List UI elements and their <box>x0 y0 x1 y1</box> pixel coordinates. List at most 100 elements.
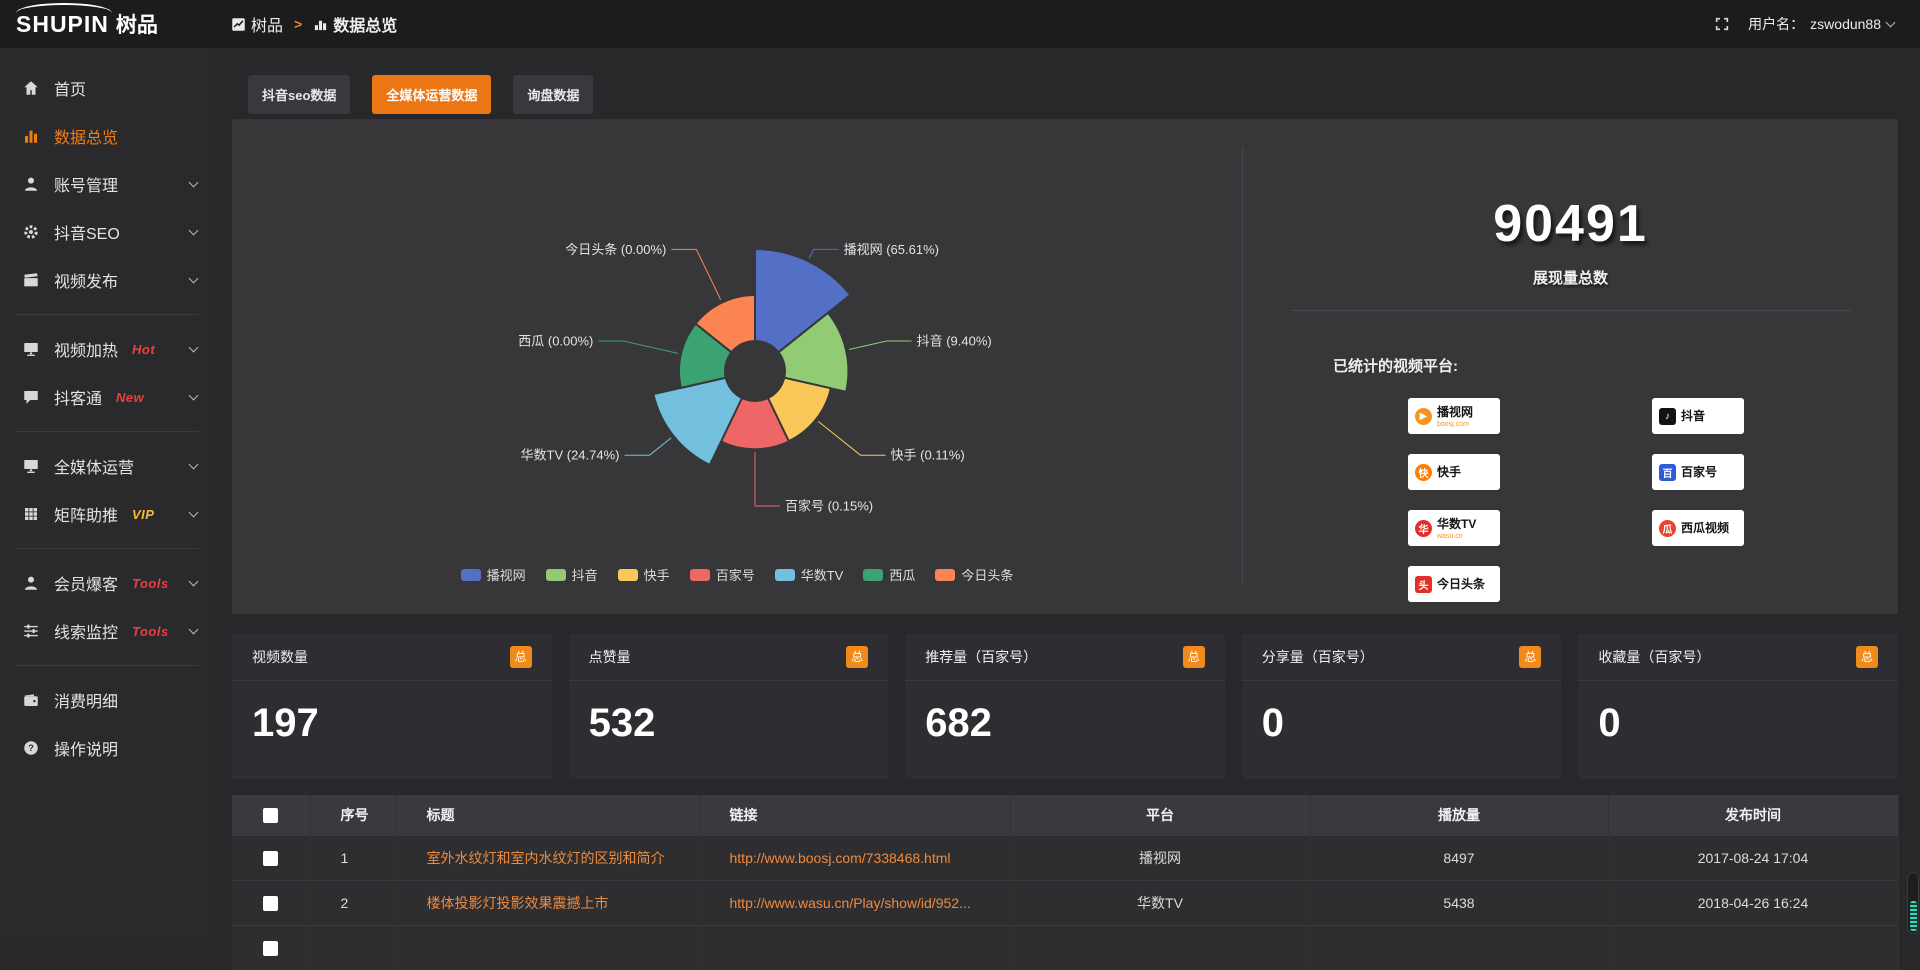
pie-label-line-2 <box>818 421 885 455</box>
svg-text:?: ? <box>28 743 34 753</box>
stat-cards-row: 视频数量总197点赞量总532推荐量（百家号）总682分享量（百家号）总0收藏量… <box>232 634 1898 779</box>
sidebar-item-member-baoke[interactable]: 会员爆客 Tools <box>0 559 215 607</box>
videos-table-wrap: 序号标题链接平台播放量发布时间1室外水纹灯和室内水纹灯的区别和简介http://… <box>232 795 1898 970</box>
sidebar-item-video-publish[interactable]: 视频发布 <box>0 256 215 304</box>
sidebar-item-tag: Tools <box>132 576 169 591</box>
chevron-down-icon <box>189 576 199 586</box>
sidebar-item-media-operation[interactable]: 全媒体运营 <box>0 442 215 490</box>
sidebar-item-video-heat[interactable]: 视频加热Hot <box>0 325 215 373</box>
total-badge: 总 <box>1183 646 1205 668</box>
cell-url-link[interactable]: http://www.boosj.com/7338468.html <box>699 835 1010 880</box>
chevron-down-icon <box>189 177 199 187</box>
stat-card-title: 分享量（百家号） <box>1262 647 1520 667</box>
sidebar-item-douketong[interactable]: 抖客通New <box>0 373 215 421</box>
legend-item-0[interactable]: 播视网 <box>461 565 526 584</box>
sidebar-item-data-overview[interactable]: 数据总览 <box>0 112 215 160</box>
scrollbar-thumb[interactable] <box>1910 901 1917 931</box>
legend-item-2[interactable]: 快手 <box>618 565 670 584</box>
badge-sub: wasu.cn <box>1437 533 1476 541</box>
sidebar-item-account-management[interactable]: 账号管理 <box>0 160 215 208</box>
stat-card-value: 0 <box>1242 681 1562 746</box>
sidebar-item-label: 全媒体运营 <box>54 454 134 478</box>
stat-card-value: 532 <box>569 681 889 746</box>
chart-legend: 播视网 抖音 快手 百家号 华数TV 西瓜 今日头条 <box>232 565 1242 584</box>
platform-badge-baijiahao: 百百家号 <box>1652 454 1744 490</box>
platform-badge-toutiao: 头今日头条 <box>1408 566 1500 602</box>
legend-swatch <box>775 569 795 581</box>
stat-card-header: 点赞量总 <box>569 634 889 681</box>
cell-title-link[interactable]: 楼体投影灯投影效果震撼上市 <box>396 880 699 925</box>
pie-label-5: 西瓜 (0.00%) <box>518 334 593 349</box>
pie-label-line-5 <box>598 341 678 353</box>
home-icon <box>22 79 40 97</box>
legend-swatch <box>690 569 710 581</box>
pie-label-line-3 <box>755 452 780 506</box>
legend-label: 华数TV <box>801 565 844 584</box>
breadcrumb: 树品 > 数据总览 <box>231 12 397 36</box>
sidebar-divider <box>16 665 199 666</box>
legend-item-5[interactable]: 西瓜 <box>863 565 915 584</box>
username-prefix: 用户名： <box>1748 14 1804 34</box>
overview-panel: 播视网 (65.61%)抖音 (9.40%)快手 (0.11%)百家号 (0.1… <box>232 119 1898 614</box>
legend-item-1[interactable]: 抖音 <box>546 565 598 584</box>
select-all-checkbox[interactable] <box>263 808 278 823</box>
badge-text: 播视网 boosj.com <box>1437 403 1473 429</box>
legend-item-3[interactable]: 百家号 <box>690 565 755 584</box>
row-checkbox[interactable] <box>263 941 278 956</box>
breadcrumb-root[interactable]: 树品 <box>231 12 283 36</box>
impressions-total: 90491 <box>1243 195 1898 253</box>
chevron-down-icon <box>189 342 199 352</box>
pie-label-line-4 <box>625 438 672 455</box>
sidebar-item-label: 会员爆客 <box>54 571 118 595</box>
legend-item-4[interactable]: 华数TV <box>775 565 844 584</box>
cell-no: 1 <box>310 835 396 880</box>
pie-label-6: 今日头条 (0.00%) <box>565 242 666 257</box>
scrollbar[interactable] <box>1907 872 1919 934</box>
table-header-row: 序号标题链接平台播放量发布时间 <box>232 795 1898 835</box>
legend-label: 快手 <box>644 565 670 584</box>
badge-name: 百家号 <box>1681 465 1717 479</box>
stat-card-value: 682 <box>905 681 1225 746</box>
stat-card-title: 点赞量 <box>589 647 847 667</box>
cell-url-link[interactable]: http://www.wasu.cn/Play/show/id/952... <box>699 880 1010 925</box>
sidebar-item-home[interactable]: 首页 <box>0 64 215 112</box>
sidebar-item-clue-monitor[interactable]: 线索监控Tools <box>0 607 215 655</box>
badge-sub: boosj.com <box>1437 421 1473 429</box>
sidebar-item-matrix-boost[interactable]: 矩阵助推VIP <box>0 490 215 538</box>
breadcrumb-current[interactable]: 数据总览 <box>313 12 397 36</box>
tab-douyin-seo-data[interactable]: 抖音seo数据 <box>248 75 350 114</box>
sidebar-item-consumption-detail[interactable]: 消费明细 <box>0 676 215 724</box>
cell-title-link[interactable]: 室外水纹灯和室内水纹灯的区别和简介 <box>396 835 699 880</box>
row-checkbox[interactable] <box>263 851 278 866</box>
cell-platform: 华数TV <box>1010 880 1310 925</box>
pie-label-2: 快手 (0.11%) <box>891 448 965 463</box>
cell-plays: 8497 <box>1310 835 1608 880</box>
username: zswodun88 <box>1810 16 1881 32</box>
stat-card-1: 点赞量总532 <box>569 634 889 779</box>
sidebar-item-douyin-seo[interactable]: 抖音SEO <box>0 208 215 256</box>
sidebar: 首页数据总览账号管理抖音SEO视频发布视频加热Hot抖客通New 全媒体运营矩阵助… <box>0 48 215 936</box>
badge-name: 播视网 <box>1437 405 1473 419</box>
row-checkbox[interactable] <box>263 896 278 911</box>
stat-card-header: 收藏量（百家号）总 <box>1578 634 1898 681</box>
chart-icon <box>22 127 40 145</box>
table-row-partial <box>232 925 1898 970</box>
sidebar-item-label: 抖客通 <box>54 385 102 409</box>
tab-inquiry-data[interactable]: 询盘数据 <box>513 75 593 114</box>
chevron-down-icon <box>189 390 199 400</box>
stat-card-0: 视频数量总197 <box>232 634 552 779</box>
stat-card-title: 视频数量 <box>252 647 510 667</box>
user-menu[interactable]: 用户名： zswodun88 <box>1748 14 1894 34</box>
legend-swatch <box>863 569 883 581</box>
sidebar-item-label: 数据总览 <box>54 124 118 148</box>
badge-name: 今日头条 <box>1437 577 1485 591</box>
wallet-icon <box>22 691 40 709</box>
impressions-summary: 90491 展现量总数 已统计的视频平台: ▶播视网boosj.com快快手华华… <box>1243 119 1898 614</box>
pie-slice-4[interactable] <box>653 378 742 465</box>
platform-badge-xigua: 瓜西瓜视频 <box>1652 510 1744 546</box>
sidebar-item-instructions[interactable]: ?操作说明 <box>0 724 215 772</box>
legend-item-6[interactable]: 今日头条 <box>935 565 1013 584</box>
tab-media-operation-data[interactable]: 全媒体运营数据 <box>372 75 491 114</box>
fullscreen-icon[interactable] <box>1714 16 1730 32</box>
cell-platform: 播视网 <box>1010 835 1310 880</box>
